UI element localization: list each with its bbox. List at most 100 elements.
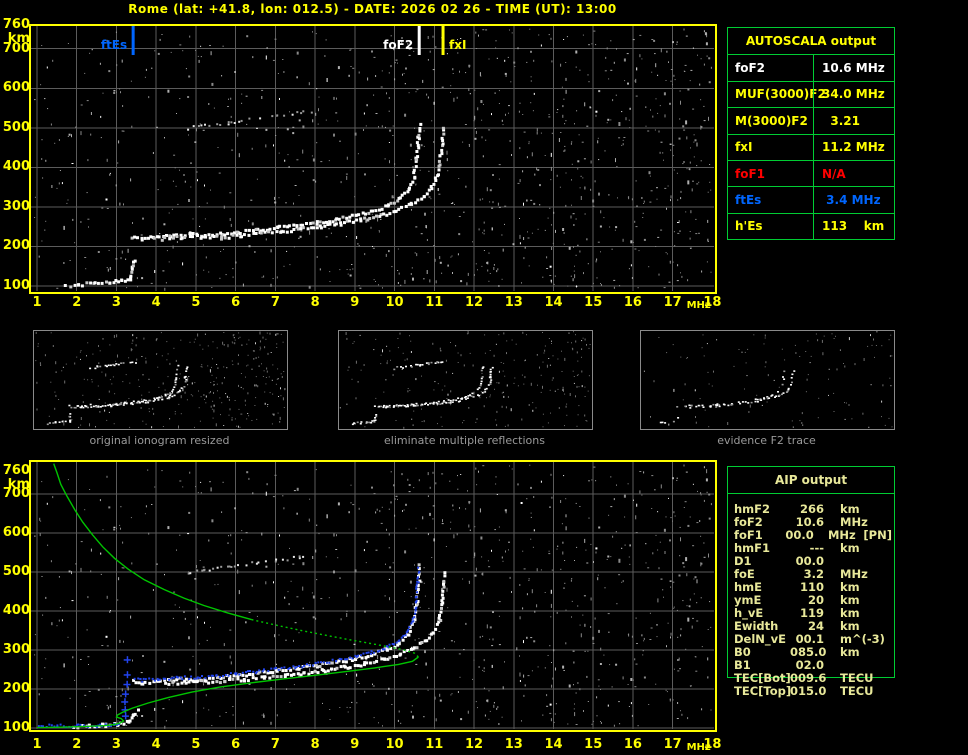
thumbnail-2: [640, 330, 895, 430]
grid: [31, 462, 714, 729]
series-electron-density-profile-bottomside: [36, 656, 419, 729]
autoscala-output-table: AUTOSCALA output foF2 10.6 MHz MUF(3000)…: [727, 27, 895, 240]
table-row: foF1 N/A: [728, 159, 894, 187]
top-plot-x-tick-12: 12: [464, 295, 484, 310]
table-row: MUF(3000)F2 34.0 MHz: [728, 80, 894, 108]
top-plot-x-unit: MHz: [686, 300, 711, 311]
marker-line-fxI: [441, 26, 445, 55]
table-row: h'Es 113 km: [728, 212, 894, 239]
bottom-plot-y-tick-200: 200: [2, 681, 30, 696]
top-plot-y-tick-300: 300: [2, 198, 30, 214]
top-plot-x-tick-10: 10: [385, 295, 404, 310]
bottom-plot-x-tick-9: 9: [350, 737, 360, 752]
thumbnail-caption: evidence F2 trace: [717, 434, 816, 447]
top-plot-y-tick-760: 760: [2, 16, 30, 32]
bottom-plot-x-tick-6: 6: [231, 737, 241, 752]
param-value: 10.6 MHz: [813, 55, 894, 81]
top-plot-y-tick-700: 700: [2, 40, 30, 56]
marker-label-fxI: fxI: [449, 38, 466, 52]
bottom-plot-x-tick-17: 17: [663, 737, 682, 752]
param-value: N/A: [813, 160, 894, 187]
bottom-plot-y-tick-500: 500: [2, 564, 30, 579]
top-plot-y-tick-600: 600: [2, 80, 30, 96]
param-value: 34.0 MHz: [813, 81, 894, 108]
table-row: foF2 10.6 MHz: [728, 54, 894, 81]
bottom-plot-x-tick-3: 3: [111, 737, 121, 752]
bottom-plot-x-tick-5: 5: [191, 737, 201, 752]
param-value: 3.4 MHz: [813, 187, 894, 213]
param-label: MUF(3000)F2: [735, 87, 826, 102]
aip-row: TEC[Top] 015.0 TECU: [734, 684, 874, 698]
aip-output-table: AIP output hmF2 266 km foF2 10.6 MHz foF1 00.0 M…: [727, 466, 895, 698]
plot-frame: [29, 460, 717, 732]
series-electron-density-profile-topside-near-peak: [251, 618, 419, 658]
bottom-plot-x-tick-14: 14: [544, 737, 563, 752]
top-plot-x-tick-16: 16: [623, 295, 642, 310]
top-plot-x-tick-11: 11: [425, 295, 444, 310]
top-plot-y-tick-500: 500: [2, 119, 30, 135]
top-plot-x-tick-2: 2: [72, 295, 82, 310]
top-plot-y-tick-100: 100: [2, 278, 30, 293]
top-plot-x-tick-15: 15: [584, 295, 603, 310]
series-electron-density-profile-topside: [53, 463, 252, 621]
bottom-plot-x-tick-11: 11: [425, 737, 444, 752]
table-row: ftEs 3.4 MHz: [728, 186, 894, 213]
thumbnail-1: [338, 330, 593, 430]
param-label: foF1: [735, 166, 766, 181]
top-plot-x-tick-9: 9: [350, 295, 360, 310]
scaled_ionogram-canvas: ftEs foF2 fxI: [29, 24, 717, 294]
top-plot-x-tick-1: 1: [32, 295, 42, 310]
thumbnail-0: [33, 330, 288, 430]
param-label: fxI: [735, 140, 753, 155]
bottom-plot-x-tick-10: 10: [385, 737, 404, 752]
grid: [31, 26, 714, 291]
marker-line-foF2: [417, 26, 421, 55]
table-row: M(3000)F2 3.21: [728, 107, 894, 134]
param-value: 3.21: [813, 108, 894, 134]
top-plot-y-tick-200: 200: [2, 238, 30, 254]
bottom-plot-x-tick-12: 12: [464, 737, 484, 752]
table-row: fxI 11.2 MHz: [728, 133, 894, 160]
top-plot-x-tick-8: 8: [310, 295, 320, 310]
bottom-plot-y-tick-600: 600: [2, 525, 30, 540]
bottom-plot-y-tick-100: 100: [2, 720, 30, 735]
series-Es-trace: [63, 259, 137, 289]
param-value: 11.2 MHz: [813, 134, 894, 160]
top-plot-y-tick-400: 400: [2, 159, 30, 175]
autoscala-app-window: Rome (lat: +41.8, lon: 012.5) - DATE: 20…: [0, 0, 968, 755]
thumbnail-caption: eliminate multiple reflections: [384, 434, 545, 447]
bottom-plot-x-tick-7: 7: [270, 737, 280, 752]
profile_ionogram-canvas: [29, 460, 717, 732]
top-plot-x-tick-7: 7: [270, 295, 280, 310]
top-plot-x-tick-4: 4: [151, 295, 161, 310]
bottom-plot-x-tick-4: 4: [151, 737, 161, 752]
param-value: 113 km: [813, 213, 894, 239]
bottom-plot-x-tick-15: 15: [584, 737, 603, 752]
bottom-plot-x-tick-1: 1: [32, 737, 42, 752]
marker-label-ftEs: ftEs: [101, 38, 127, 52]
autoscala-table-title: AUTOSCALA output: [745, 34, 877, 49]
top-plot-x-tick-13: 13: [504, 295, 523, 310]
bottom-plot-x-tick-2: 2: [72, 737, 82, 752]
param-label: ftEs: [735, 192, 762, 207]
param-label: foF2: [735, 61, 766, 76]
bottom-plot-x-tick-8: 8: [310, 737, 320, 752]
noise-speckle: [34, 28, 712, 291]
bottom-plot-y-tick-400: 400: [2, 603, 30, 618]
top-plot-x-tick-17: 17: [663, 295, 682, 310]
top-plot-x-tick-5: 5: [191, 295, 201, 310]
bottom-plot-x-tick-16: 16: [623, 737, 642, 752]
aip-table-title: AIP output: [728, 467, 894, 494]
marker-line-ftEs: [131, 26, 135, 55]
series-F-trace-o-mode: [130, 122, 423, 242]
aip-rows: hmF2 266 km foF2 10.6 MHz foF1 00.0 MHz [PN] hmF1-…: [734, 503, 892, 698]
thumbnail-caption: original ionogram resized: [89, 434, 230, 447]
marker-label-foF2: foF2: [383, 38, 413, 52]
bottom-plot-y-tick-760: 760: [2, 462, 30, 478]
top-plot-x-tick-3: 3: [111, 295, 121, 310]
bottom-plot-x-unit: MHz: [686, 742, 711, 753]
bottom-plot-x-tick-13: 13: [504, 737, 523, 752]
bottom-plot-y-tick-300: 300: [2, 642, 30, 657]
param-label: M(3000)F2: [735, 113, 808, 128]
top-plot-x-tick-6: 6: [231, 295, 241, 310]
